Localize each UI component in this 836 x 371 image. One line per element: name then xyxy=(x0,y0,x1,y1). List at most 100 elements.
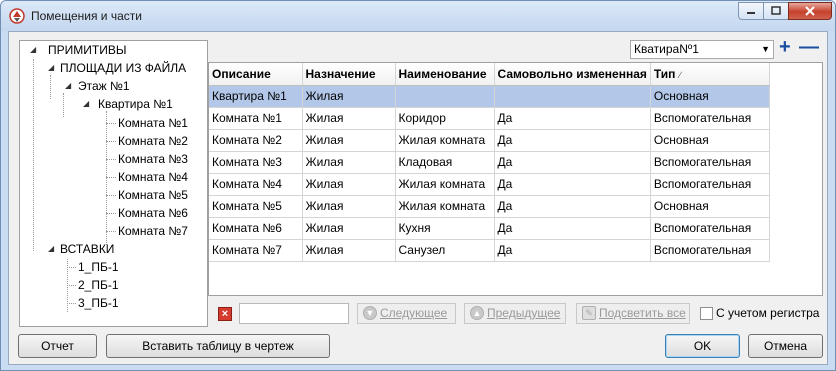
minimize-button[interactable] xyxy=(738,2,764,20)
table-cell: Основная xyxy=(650,195,770,218)
tree-item-label: ВСТАВКИ xyxy=(60,242,115,256)
tree-connector xyxy=(67,267,76,268)
tree-connector xyxy=(106,111,107,245)
tree-item-room[interactable]: Комната №6 xyxy=(118,205,188,221)
table-cell: Вспомогательная xyxy=(650,239,770,262)
maximize-icon xyxy=(771,6,781,15)
tree-item-label: Квартира №1 xyxy=(98,97,173,111)
tree-item-room[interactable]: Комната №1 xyxy=(118,115,188,131)
column-header[interactable]: Описание xyxy=(209,63,303,86)
table-row[interactable]: Комната №7 Жилая Санузел Да Вспомогатель… xyxy=(209,239,770,262)
tree-item-label: ПЛОЩАДИ ИЗ ФАЙЛА xyxy=(60,61,187,75)
table-cell xyxy=(494,85,651,108)
table-row[interactable]: Квартира №1 Жилая Основная xyxy=(209,85,770,108)
table-panel: КватираNº1 ▼ + — Описание Назначение Наи… xyxy=(208,36,823,327)
table-row[interactable]: Комната №1 Жилая Коридор Да Вспомогатель… xyxy=(209,107,770,130)
table-cell: Жилая xyxy=(302,195,396,218)
expand-triangle-icon[interactable]: ◢ xyxy=(83,96,89,112)
tree-connector xyxy=(50,75,51,99)
expand-triangle-icon[interactable]: ◢ xyxy=(30,42,36,58)
remove-minus-icon[interactable]: — xyxy=(799,36,819,59)
insert-table-button[interactable]: Вставить таблицу в чертеж xyxy=(106,334,330,358)
column-header[interactable]: Назначение xyxy=(302,63,396,86)
tree-item-room[interactable]: Комната №2 xyxy=(118,133,188,149)
table-cell: Да xyxy=(494,217,651,240)
table-cell: Да xyxy=(494,107,651,130)
expand-triangle-icon[interactable]: ◢ xyxy=(48,60,54,76)
tree-view[interactable]: ◢ ПРИМИТИВЫ ◢ ПЛОЩАДИ ИЗ ФАЙЛА ◢ Этаж №1… xyxy=(19,40,208,327)
table-cell: Квартира №1 xyxy=(209,85,303,108)
column-header[interactable]: Самовольно измененная xyxy=(494,63,651,86)
highlight-all-label: Подсветить все xyxy=(599,306,686,320)
ok-button[interactable]: OK xyxy=(665,334,740,358)
tree-connector xyxy=(106,123,116,124)
table-cell: Жилая xyxy=(302,129,396,152)
window-title: Помещения и части xyxy=(31,9,142,23)
table-cell: Вспомогательная xyxy=(650,151,770,174)
table-cell: Основная xyxy=(650,129,770,152)
tree-connector xyxy=(33,59,34,251)
table-cell: Основная xyxy=(650,85,770,108)
table-row[interactable]: Комната №3 Жилая Кладовая Да Вспомогател… xyxy=(209,151,770,174)
tree-item-room[interactable]: Комната №3 xyxy=(118,151,188,167)
table-cell: Да xyxy=(494,173,651,196)
clear-search-icon[interactable]: × xyxy=(218,307,232,321)
find-next-button[interactable]: ▼ Следующее xyxy=(357,303,456,324)
column-header[interactable]: Наименование xyxy=(395,63,495,86)
tree-connector xyxy=(106,231,116,232)
title-bar[interactable]: Помещения и части xyxy=(1,1,835,31)
table-cell: Вспомогательная xyxy=(650,107,770,130)
expand-triangle-icon[interactable]: ◢ xyxy=(48,241,54,257)
tree-item-room[interactable]: Комната №7 xyxy=(118,223,188,239)
close-button[interactable] xyxy=(788,2,832,20)
tree-item-label: ПРИМИТИВЫ xyxy=(48,43,127,57)
table-cell: Да xyxy=(494,195,651,218)
highlight-all-button[interactable]: ✎ Подсветить все xyxy=(576,303,690,324)
expand-triangle-icon[interactable]: ◢ xyxy=(65,78,71,94)
table-cell: Комната №4 xyxy=(209,173,303,196)
table-cell: Жилая xyxy=(302,217,396,240)
tree-connector xyxy=(63,93,64,117)
table-cell: Комната №7 xyxy=(209,239,303,262)
table-row[interactable]: Комната №6 Жилая Кухня Да Вспомогательна… xyxy=(209,217,770,240)
tree-item-insert[interactable]: 2_ПБ-1 xyxy=(78,277,119,293)
tree-connector xyxy=(67,285,76,286)
dropdown-arrow-icon[interactable]: ▼ xyxy=(761,41,770,58)
table-row[interactable]: Комната №5 Жилая Жилая комната Да Основн… xyxy=(209,195,770,218)
table-cell: Кухня xyxy=(395,217,495,240)
match-case-checkbox[interactable] xyxy=(700,307,713,320)
tree-item-insert[interactable]: 1_ПБ-1 xyxy=(78,259,119,275)
table-cell: Да xyxy=(494,129,651,152)
table-cell: Комната №3 xyxy=(209,151,303,174)
maximize-button[interactable] xyxy=(763,2,789,20)
add-plus-icon[interactable]: + xyxy=(779,36,791,59)
table-header-row: Описание Назначение Наименование Самовол… xyxy=(209,63,770,86)
match-case-label: С учетом регистра xyxy=(716,306,820,320)
search-bar: × ▼ Следующее ▲ Предыдущее ✎ Подсветить … xyxy=(208,302,823,326)
tree-item-insert[interactable]: 3_ПБ-1 xyxy=(78,295,119,311)
table-cell: Комната №2 xyxy=(209,129,303,152)
highlight-icon: ✎ xyxy=(582,306,596,320)
table-cell: Кладовая xyxy=(395,151,495,174)
table-cell: Жилая xyxy=(302,151,396,174)
dialog-window: Помещения и части ◢ ПРИМИТИВЫ ◢ ПЛОЩАДИ … xyxy=(0,0,836,371)
table-cell: Жилая комната xyxy=(395,195,495,218)
tree-connector xyxy=(67,303,76,304)
apartment-select[interactable]: КватираNº1 ▼ xyxy=(630,40,774,59)
data-grid[interactable]: Описание Назначение Наименование Самовол… xyxy=(208,62,823,296)
tree-item-room[interactable]: Комната №4 xyxy=(118,169,188,185)
table-row[interactable]: Комната №4 Жилая Жилая комната Да Вспомо… xyxy=(209,173,770,196)
table-row[interactable]: Комната №2 Жилая Жилая комната Да Основн… xyxy=(209,129,770,152)
column-header-label: Тип xyxy=(653,66,676,81)
cancel-button[interactable]: Отмена xyxy=(748,334,823,358)
table-cell: Комната №1 xyxy=(209,107,303,130)
tree-item-label: Этаж №1 xyxy=(78,79,130,93)
tree-item-room[interactable]: Комната №5 xyxy=(118,187,188,203)
search-input[interactable] xyxy=(239,303,349,324)
column-header-type[interactable]: Тип ∕ xyxy=(650,63,770,86)
tree-connector xyxy=(106,141,116,142)
tree-connector xyxy=(106,177,116,178)
find-previous-button[interactable]: ▲ Предыдущее xyxy=(464,303,566,324)
report-button[interactable]: Отчет xyxy=(18,334,97,358)
table-cell: Жилая xyxy=(302,173,396,196)
